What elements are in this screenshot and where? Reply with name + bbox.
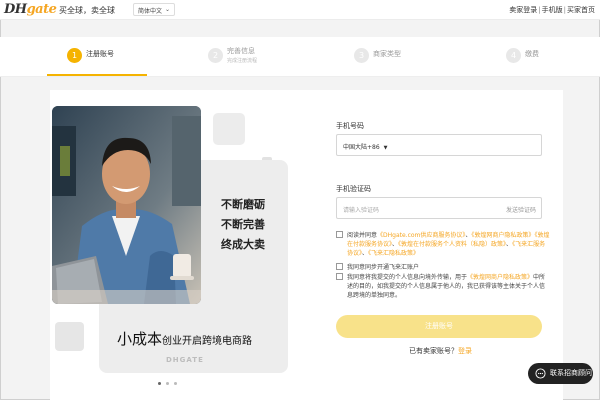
step-label: 完善信息	[227, 47, 255, 55]
step-sublabel: 完成注册流程	[227, 58, 258, 64]
carousel-dot[interactable]	[158, 382, 161, 385]
step-number: 3	[354, 48, 369, 63]
brand-watermark: DHGATE	[166, 356, 204, 364]
chevron-down-icon: ▼	[383, 145, 388, 151]
language-value: 简体中文	[138, 8, 163, 15]
chat-icon	[535, 368, 546, 379]
verification-code-field[interactable]: 请输入验证码 发送验证码	[336, 197, 542, 219]
carousel-dot[interactable]	[174, 382, 177, 385]
chevron-down-icon: ⌄	[164, 6, 170, 13]
tagline: 终成大卖	[221, 238, 265, 251]
feilaihui-text: 我同意同步开通飞来汇账户	[347, 264, 420, 271]
step-label: 缴费	[525, 50, 539, 58]
privacy-row: 我同意将我提交的个人信息向境外传输，用于《敦煌网商户隐私政策》中所述的目的，如我…	[336, 273, 550, 300]
top-bar: DHgate 买全球，卖全球 简体中文 ⌄ 卖家登录|手机版|买家首页	[0, 0, 600, 20]
agreement-link[interactable]: 《敦煌网商户隐私政策》	[471, 232, 534, 239]
buyer-home-link[interactable]: 买家首页	[567, 6, 595, 14]
verification-code-label: 手机验证码	[336, 185, 371, 193]
promo-photo	[52, 106, 201, 304]
step-number: 2	[208, 48, 223, 63]
agreement-link[interactable]: 《DHgate.com供应商服务协议》	[377, 232, 465, 239]
contact-advisor-label: 联系招商顾问	[550, 369, 592, 377]
privacy-checkbox[interactable]	[336, 273, 343, 280]
country-code-select[interactable]: 中国大陆+86 ▼	[343, 142, 388, 151]
login-link[interactable]: 登录	[458, 347, 472, 355]
promo-taglines: 不断磨砺 不断完善 终成大卖	[221, 198, 265, 258]
step-number: 1	[67, 48, 82, 63]
tagline: 不断磨砺	[221, 198, 265, 211]
carousel-dots	[158, 379, 182, 387]
promo-slogan-big: 小成本	[117, 330, 163, 348]
agreement-link[interactable]: 《敦煌在付款服务个人资料（私隐）政策》	[398, 241, 506, 248]
registration-steps: 1 注册账号 2 完善信息 完成注册流程 3 商家类型 4 缴费	[0, 37, 600, 77]
seller-photo-illustration	[52, 106, 201, 304]
agreement-checkbox[interactable]	[336, 231, 343, 238]
carousel-dot[interactable]	[166, 382, 169, 385]
phone-label: 手机号码	[336, 122, 364, 130]
phone-field[interactable]: 中国大陆+86 ▼	[336, 134, 542, 156]
seller-login-link[interactable]: 卖家登录	[509, 6, 537, 14]
header-slogan: 买全球，卖全球	[59, 6, 115, 15]
send-code-button[interactable]: 发送验证码	[506, 205, 536, 214]
active-step-indicator	[47, 74, 147, 76]
step-number: 4	[506, 48, 521, 63]
decor-square	[55, 322, 84, 351]
agreement-link[interactable]: 《飞来汇隐私政策》	[368, 250, 419, 257]
privacy-policy-link[interactable]: 《敦煌网商户隐私政策》	[467, 274, 533, 281]
feilaihui-row: 我同意同步开通飞来汇账户	[336, 263, 550, 272]
step-label: 注册账号	[86, 50, 114, 58]
mobile-link[interactable]: 手机版	[542, 6, 563, 14]
dhgate-logo[interactable]: DHgate	[4, 2, 57, 17]
feilaihui-checkbox[interactable]	[336, 263, 343, 270]
agreement-row: 阅读并同意《DHgate.com供应商服务协议》、《敦煌网商户隐私政策》《敦煌在…	[336, 231, 550, 258]
language-select[interactable]: 简体中文 ⌄	[133, 3, 175, 16]
tagline: 不断完善	[221, 218, 265, 231]
contact-advisor-button[interactable]: 联系招商顾问	[528, 363, 593, 384]
step-label: 商家类型	[373, 50, 401, 58]
decor-square	[213, 113, 245, 145]
promo-slogan-small: 创业开启跨境电商路	[162, 336, 253, 347]
code-input-placeholder: 请输入验证码	[343, 207, 380, 214]
register-button[interactable]: 注册账号	[336, 315, 542, 338]
promo-slogan: 小成本创业开启跨境电商路	[117, 328, 252, 349]
top-links: 卖家登录|手机版|买家首页	[509, 6, 595, 14]
login-prompt: 已有卖家账号？登录	[409, 347, 472, 355]
